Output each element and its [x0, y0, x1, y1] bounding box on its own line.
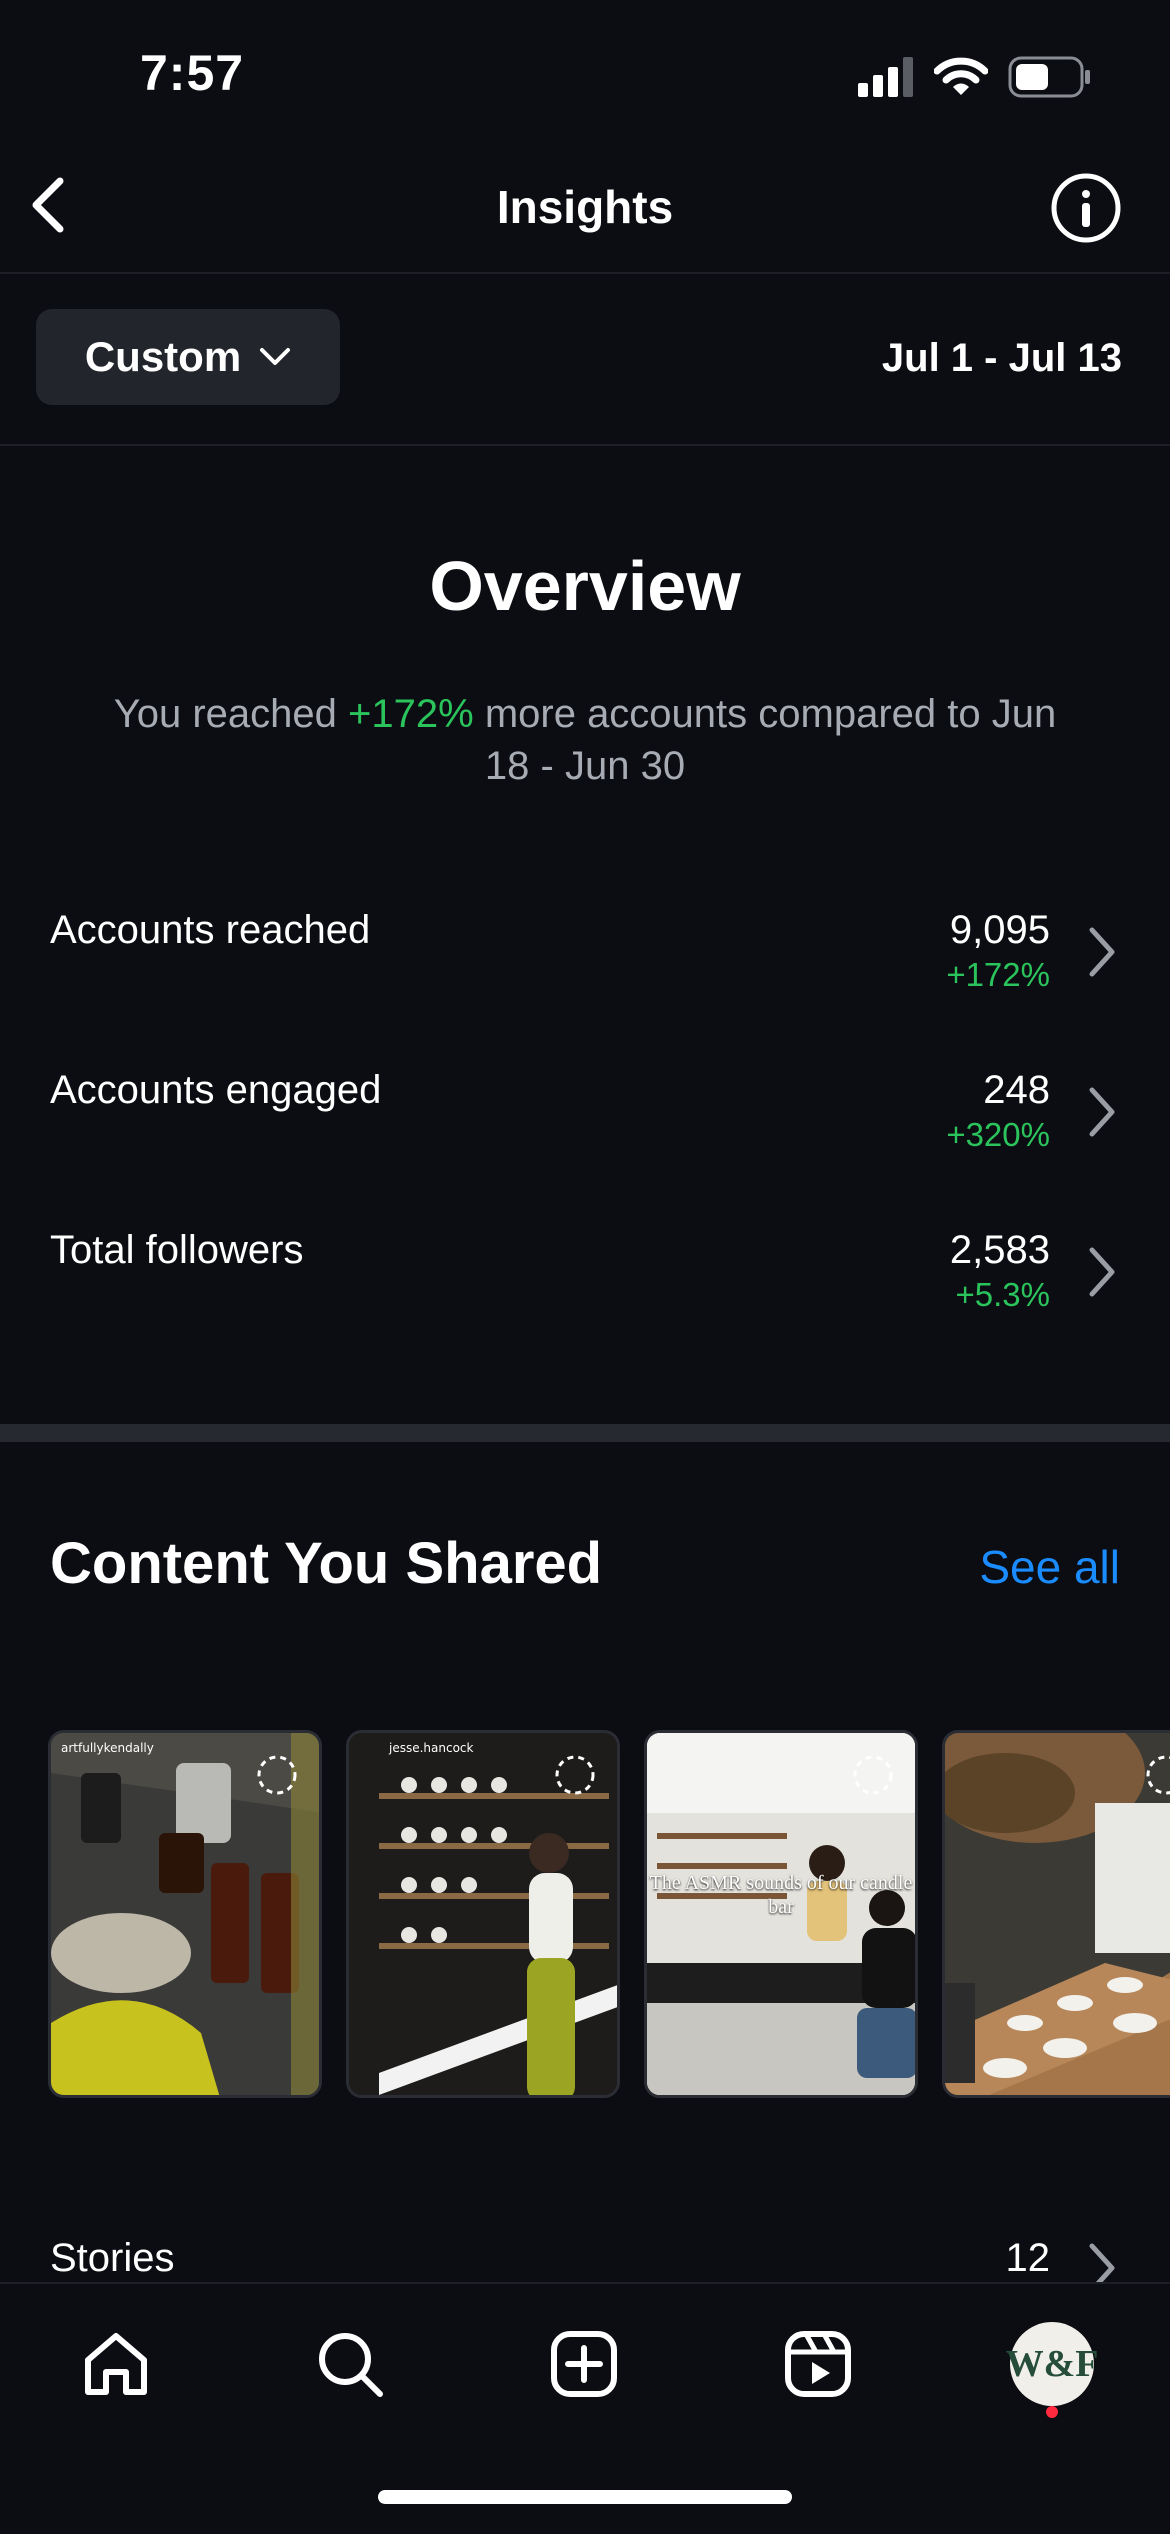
search-icon — [319, 2333, 383, 2397]
see-all-link[interactable]: See all — [979, 1540, 1120, 1594]
loading-ring-icon — [853, 1755, 893, 1795]
thumbnail-username: artfullykendally — [61, 1741, 154, 1755]
chevron-right-icon — [1089, 927, 1115, 977]
metric-label: Accounts reached — [50, 908, 371, 952]
content-thumbnail[interactable]: The ASMR sounds of our candle bar — [644, 1730, 918, 2098]
summary-highlight: +172% — [348, 692, 474, 736]
thumbnail-image — [945, 1733, 1170, 2095]
stories-count: 12 — [1005, 2236, 1051, 2280]
notification-dot — [1046, 2406, 1058, 2418]
content-shared-title: Content You Shared — [50, 1531, 603, 1596]
tab-search[interactable] — [310, 2324, 390, 2404]
chevron-right-icon — [1089, 1087, 1115, 1137]
metric-change: +320% — [946, 1116, 1050, 1153]
home-icon — [85, 2333, 147, 2395]
thumbnail-username: jesse.hancock — [389, 1741, 474, 1755]
loading-ring-icon — [1146, 1755, 1170, 1795]
tab-profile-avatar[interactable]: W&F — [1006, 2322, 1098, 2406]
metric-value: 248 — [983, 1068, 1050, 1112]
metric-value: 9,095 — [949, 908, 1050, 952]
metric-value: 2,583 — [949, 1228, 1050, 1272]
info-icon — [1051, 173, 1121, 243]
status-icons — [858, 52, 1092, 102]
metric-accounts-engaged[interactable]: Accounts engaged 248 +320% — [0, 1060, 1170, 1190]
reels-icon — [785, 2331, 851, 2397]
summary-suffix: more accounts compared to Jun 18 - Jun 3… — [473, 692, 1057, 788]
chevron-down-icon — [260, 348, 291, 365]
thumbnail-caption: The ASMR sounds of our candle bar — [649, 1872, 913, 1918]
info-button[interactable] — [1050, 172, 1122, 244]
chevron-right-icon — [1089, 1247, 1115, 1297]
metric-label: Total followers — [50, 1228, 304, 1272]
tab-home[interactable] — [76, 2324, 156, 2404]
home-indicator — [378, 2490, 792, 2504]
date-range-dropdown[interactable]: Custom — [36, 309, 340, 405]
metric-total-followers[interactable]: Total followers 2,583 +5.3% — [0, 1220, 1170, 1350]
metric-change: +5.3% — [955, 1276, 1051, 1313]
content-thumbnail[interactable]: artfullykendally — [48, 1730, 322, 2098]
header-divider — [0, 272, 1170, 274]
loading-ring-icon — [555, 1755, 595, 1795]
content-thumbnail[interactable] — [942, 1730, 1170, 2098]
metric-change: +172% — [946, 956, 1050, 993]
overview-summary: You reached +172% more accounts compared… — [90, 688, 1080, 792]
metric-accounts-reached[interactable]: Accounts reached 9,095 +172% — [0, 900, 1170, 1030]
content-thumbnail[interactable]: jesse.hancock — [346, 1730, 620, 2098]
tab-reels[interactable] — [778, 2324, 858, 2404]
tab-create[interactable] — [544, 2324, 624, 2404]
page-title: Insights — [496, 181, 674, 233]
create-icon — [551, 2331, 617, 2397]
battery-icon — [1008, 56, 1090, 98]
overview-title: Overview — [429, 547, 741, 625]
metric-label: Accounts engaged — [50, 1068, 382, 1112]
date-range-dropdown-label: Custom — [84, 333, 242, 380]
wifi-icon — [934, 57, 988, 95]
section-divider — [0, 1424, 1170, 1442]
stories-label[interactable]: Stories — [50, 2236, 175, 2281]
loading-ring-icon — [257, 1755, 297, 1795]
summary-prefix: You reached — [113, 692, 349, 736]
date-range-text: Jul 1 - Jul 13 — [881, 336, 1122, 380]
status-time: 7:57 — [140, 45, 245, 101]
filter-divider — [0, 444, 1170, 446]
signal-icon — [858, 57, 913, 97]
